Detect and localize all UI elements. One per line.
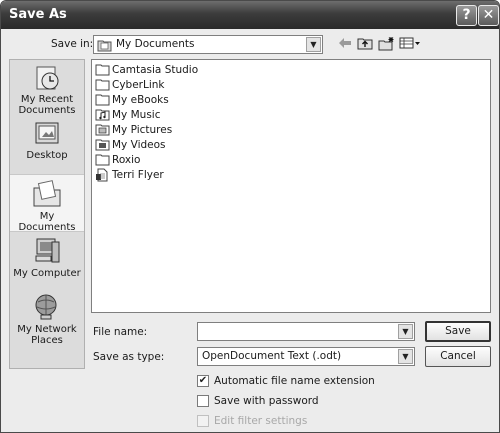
list-item[interactable]: My eBooks <box>95 92 169 107</box>
edit-filter-settings-label: Edit filter settings <box>214 415 308 427</box>
save-as-type-label: Save as type: <box>93 351 165 363</box>
auto-extension-checkbox[interactable]: ✔ Automatic file name extension <box>197 375 375 387</box>
place-label: My Computer <box>13 268 81 279</box>
view-menu-icon[interactable] <box>398 34 422 52</box>
place-label: My Network <box>17 324 77 335</box>
new-folder-icon[interactable] <box>377 34 395 52</box>
save-with-password-checkbox[interactable]: Save with password <box>197 395 319 407</box>
place-label: Desktop <box>26 150 68 161</box>
checkbox-unchecked-icon[interactable] <box>197 395 209 407</box>
file-name-text: My Music <box>112 108 161 121</box>
cancel-button[interactable]: Cancel <box>425 346 491 367</box>
up-folder-icon[interactable] <box>356 34 374 52</box>
save-in-label: Save in: <box>51 38 94 50</box>
checkbox-disabled-icon <box>197 415 209 427</box>
chevron-down-icon[interactable]: ▼ <box>398 324 413 339</box>
close-button[interactable]: ✕ <box>478 5 499 26</box>
file-name-text: CyberLink <box>112 78 165 91</box>
file-name-text: Terri Flyer <box>112 168 164 181</box>
list-item[interactable]: Roxio <box>95 152 140 167</box>
save-as-type-value: OpenDocument Text (.odt) <box>202 350 342 362</box>
place-label: My Recent <box>20 94 74 105</box>
place-my-documents[interactable]: My Documents <box>10 174 84 233</box>
my-documents-small-icon <box>97 40 112 52</box>
place-recent-documents[interactable]: My Recent Documents <box>10 64 84 118</box>
file-name-text: My Videos <box>112 138 166 151</box>
folder-icon <box>95 154 110 166</box>
place-network[interactable]: My Network Places <box>10 292 84 348</box>
list-item[interactable]: My Videos <box>95 137 166 152</box>
save-with-password-label: Save with password <box>214 395 319 407</box>
desktop-icon <box>35 122 59 144</box>
place-label: Places <box>31 335 63 346</box>
recent-documents-icon <box>36 66 59 90</box>
list-item[interactable]: Terri Flyer <box>95 167 164 182</box>
save-button[interactable]: Save <box>425 321 491 342</box>
auto-extension-label: Automatic file name extension <box>214 375 375 387</box>
dialog-title: Save As <box>9 7 67 22</box>
document-icon <box>96 168 108 181</box>
checkbox-checked-icon[interactable]: ✔ <box>197 375 209 387</box>
save-as-type-dropdown[interactable]: OpenDocument Text (.odt) ▼ <box>197 347 415 366</box>
videos-folder-icon <box>95 139 110 151</box>
back-arrow-icon[interactable] <box>336 34 354 52</box>
file-name-label: File name: <box>93 326 148 338</box>
my-documents-icon <box>33 180 61 207</box>
list-item[interactable]: My Pictures <box>95 122 172 137</box>
file-list[interactable]: Camtasia Studio CyberLink My eBooks My M… <box>91 59 491 313</box>
file-name-text: Camtasia Studio <box>112 63 199 76</box>
save-in-dropdown[interactable]: My Documents ▼ <box>93 35 323 54</box>
folder-icon <box>95 79 110 91</box>
chevron-down-icon[interactable]: ▼ <box>306 37 321 52</box>
list-item[interactable]: CyberLink <box>95 77 165 92</box>
title-bar: Save As ? ✕ <box>1 1 499 29</box>
chevron-down-icon[interactable]: ▼ <box>398 349 413 364</box>
computer-icon <box>35 238 60 263</box>
help-button[interactable]: ? <box>456 5 477 26</box>
place-label: My Documents <box>18 211 76 233</box>
place-desktop[interactable]: Desktop <box>10 120 84 164</box>
file-name-text: My Pictures <box>112 123 173 136</box>
list-item[interactable]: Camtasia Studio <box>95 62 198 77</box>
folder-icon <box>95 94 110 106</box>
file-name-input[interactable]: ▼ <box>197 322 415 341</box>
pictures-folder-icon <box>95 124 110 136</box>
places-bar: My Recent Documents Desktop My Documents <box>9 59 85 369</box>
place-label: Documents <box>18 105 76 116</box>
file-name-text: My eBooks <box>112 93 169 106</box>
music-folder-icon <box>95 109 110 121</box>
save-as-dialog: Save As ? ✕ Save in: My Documents ▼ My R… <box>0 0 500 433</box>
place-my-computer[interactable]: My Computer <box>10 236 84 284</box>
folder-icon <box>95 64 110 76</box>
network-icon <box>35 294 57 320</box>
file-name-text: Roxio <box>112 153 141 166</box>
edit-filter-settings-checkbox: Edit filter settings <box>197 415 307 427</box>
list-item[interactable]: My Music <box>95 107 161 122</box>
save-in-value: My Documents <box>116 38 195 50</box>
